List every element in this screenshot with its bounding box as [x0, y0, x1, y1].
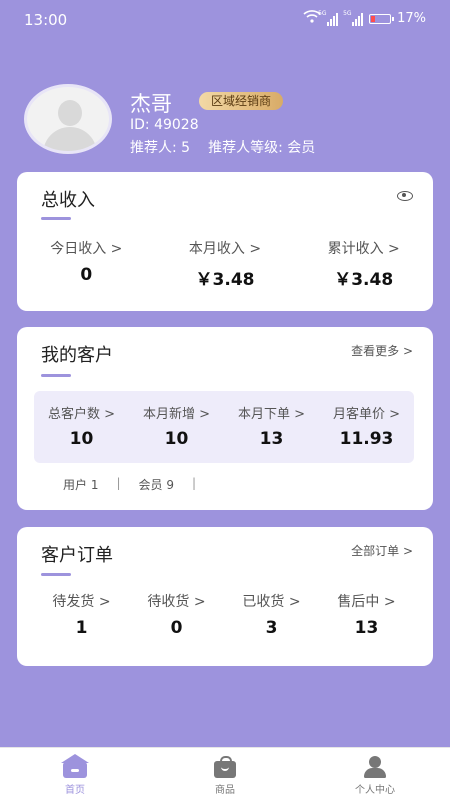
battery-percent: 17%	[397, 11, 426, 26]
income-month-label: 本月收入 >	[188, 241, 262, 257]
title-underline	[41, 217, 71, 220]
income-card: 总收入 今日收入 > 0 本月收入 > ￥3.48 累计收入 > ￥3.48	[17, 172, 433, 311]
stat-label: 总客户数 >	[47, 407, 116, 422]
stat-value: 10	[164, 429, 189, 449]
tab-home-label: 首页	[65, 785, 85, 796]
stat-avg-order-value[interactable]: 月客单价 > 11.93	[319, 391, 414, 463]
tab-products[interactable]: 商品	[150, 748, 300, 800]
tab-products-label: 商品	[215, 785, 235, 796]
signal-icon: 5G	[318, 10, 339, 26]
profile-header: 杰哥 区域经销商 ID: 49028 推荐人: 5 推荐人等级: 会员	[24, 84, 424, 159]
order-label: 已收货 >	[242, 594, 301, 610]
customers-title: 我的客户	[41, 345, 113, 366]
title-underline	[41, 374, 71, 377]
order-value: 0	[170, 618, 183, 638]
order-to-receive[interactable]: 待收货 > 0	[129, 591, 224, 638]
all-orders-link[interactable]: 全部订单 >	[351, 542, 413, 559]
order-label: 待收货 >	[147, 594, 206, 610]
order-to-ship[interactable]: 待发货 > 1	[34, 591, 129, 638]
customers-card: 我的客户 查看更多 > 总客户数 > 10 本月新增 > 10 本月下单 > 1…	[17, 327, 433, 510]
role-badge: 区域经销商	[199, 92, 284, 110]
avatar[interactable]	[24, 84, 112, 154]
user-id: ID: 49028	[130, 117, 199, 133]
stat-label: 本月下单 >	[237, 407, 306, 422]
tab-profile-label: 个人中心	[355, 785, 395, 796]
user-icon	[362, 756, 388, 778]
referrer-level: 推荐人等级: 会员	[208, 140, 316, 156]
orders-card: 客户订单 全部订单 > 待发货 > 1 待收货 > 0 已收货 > 3 售后中 …	[17, 527, 433, 666]
users-count: 用户 1	[63, 478, 99, 492]
income-title: 总收入	[41, 190, 95, 211]
customer-breakdown: 用户 1 | 会员 9 |	[63, 476, 196, 493]
referrer-count: 推荐人: 5	[130, 140, 191, 156]
status-bar: 13:00 5G 5G 17%	[0, 0, 450, 40]
status-icons: 5G 5G 17%	[303, 10, 426, 27]
income-total[interactable]: 累计收入 > ￥3.48	[294, 238, 433, 290]
title-underline	[41, 573, 71, 576]
divider: |	[191, 476, 196, 490]
shopping-bag-icon	[212, 756, 238, 778]
order-value: 13	[354, 618, 379, 638]
income-total-label: 累计收入 >	[327, 241, 400, 257]
order-value: 3	[265, 618, 278, 638]
order-label: 待发货 >	[52, 594, 111, 610]
divider: |	[116, 476, 121, 490]
view-more-link[interactable]: 查看更多 >	[351, 342, 413, 359]
battery-icon	[369, 13, 395, 24]
stat-orders-this-month[interactable]: 本月下单 > 13	[224, 391, 319, 463]
income-row: 今日收入 > 0 本月收入 > ￥3.48 累计收入 > ￥3.48	[17, 238, 433, 290]
stat-label: 本月新增 >	[142, 407, 211, 422]
order-value: 1	[75, 618, 88, 638]
tab-home[interactable]: 首页	[0, 748, 150, 800]
income-today[interactable]: 今日收入 > 0	[17, 238, 156, 290]
income-today-label: 今日收入 >	[50, 241, 123, 257]
income-month[interactable]: 本月收入 > ￥3.48	[156, 238, 295, 290]
orders-title: 客户订单	[41, 545, 113, 566]
referrer-info: 推荐人: 5 推荐人等级: 会员	[130, 137, 315, 157]
stat-total-customers[interactable]: 总客户数 > 10	[34, 391, 129, 463]
stat-new-this-month[interactable]: 本月新增 > 10	[129, 391, 224, 463]
customer-stats: 总客户数 > 10 本月新增 > 10 本月下单 > 13 月客单价 > 11.…	[34, 391, 414, 463]
stat-value: 13	[259, 429, 284, 449]
status-time: 13:00	[24, 11, 68, 29]
stat-label: 月客单价 >	[332, 407, 401, 422]
eye-icon[interactable]	[397, 191, 413, 201]
stat-value: 11.93	[339, 429, 394, 449]
tab-profile[interactable]: 个人中心	[300, 748, 450, 800]
bottom-tab-bar: 首页 商品 个人中心	[0, 747, 450, 800]
members-count: 会员 9	[138, 478, 174, 492]
order-after-sales[interactable]: 售后中 > 13	[319, 591, 414, 638]
signal-icon-2: 5G	[343, 10, 364, 26]
order-status-row: 待发货 > 1 待收货 > 0 已收货 > 3 售后中 > 13	[34, 591, 414, 638]
income-total-value: ￥3.48	[334, 270, 394, 290]
home-icon	[61, 754, 89, 778]
order-received[interactable]: 已收货 > 3	[224, 591, 319, 638]
user-name: 杰哥	[130, 92, 172, 116]
income-month-value: ￥3.48	[195, 270, 255, 290]
income-today-value: 0	[80, 265, 93, 285]
stat-value: 10	[69, 429, 94, 449]
order-label: 售后中 >	[337, 594, 396, 610]
